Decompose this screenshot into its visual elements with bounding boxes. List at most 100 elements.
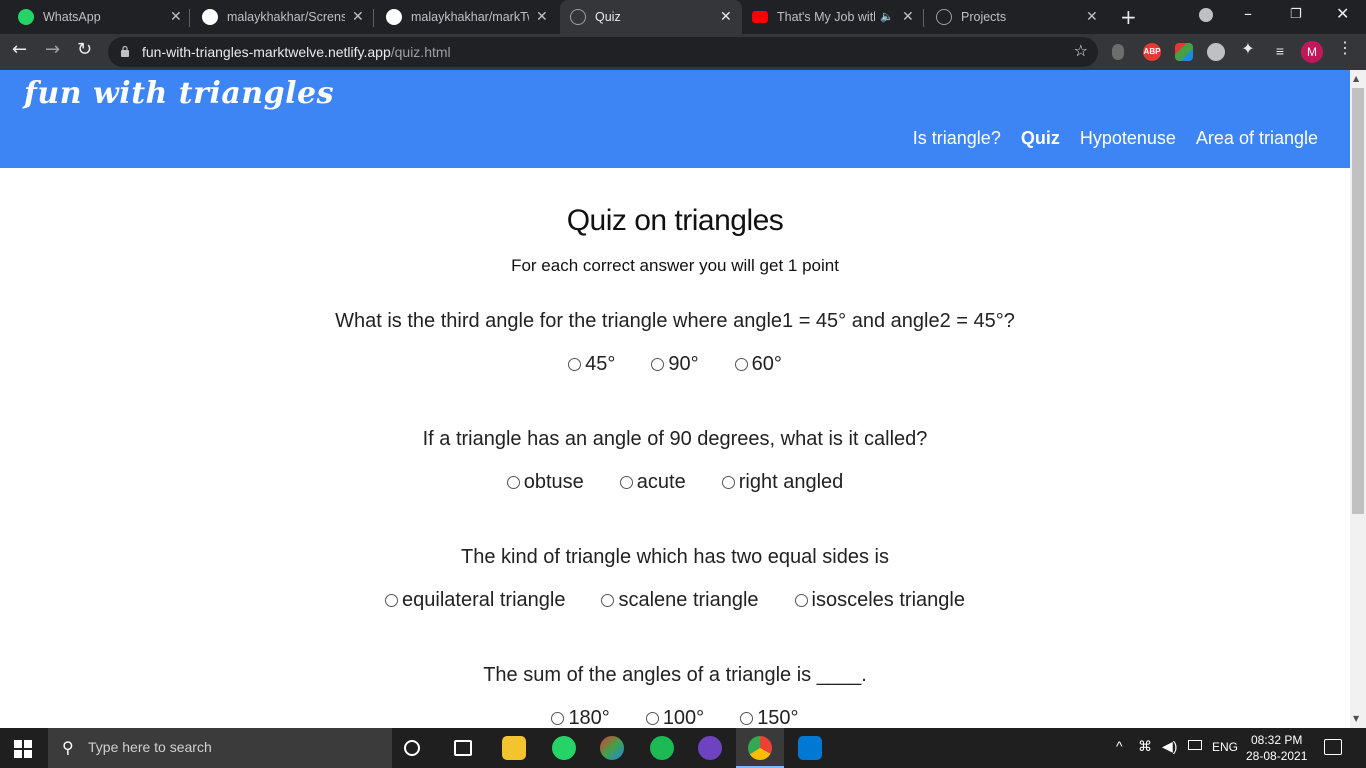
radio-button[interactable] [740, 712, 754, 725]
close-icon[interactable]: ✕ [1086, 8, 1098, 25]
site-logo[interactable]: fun with triangles [24, 76, 334, 111]
tab-github-screenshots[interactable]: malaykhakhar/Scrensh ✕ [192, 0, 374, 34]
extensions-puzzle-icon[interactable]: ✦ [1239, 41, 1257, 59]
extension-icon[interactable] [1112, 44, 1124, 60]
tab-whatsapp[interactable]: WhatsApp ✕ [8, 0, 190, 34]
task-view-icon[interactable] [454, 740, 472, 756]
scroll-up-arrow-icon[interactable]: ▲ [1353, 74, 1359, 83]
lock-icon [121, 45, 129, 57]
restore-icon[interactable]: ❐ [1290, 7, 1302, 22]
option-label: equilateral triangle [402, 589, 566, 611]
taskbar-search-box[interactable]: ⚲ Type here to search [48, 728, 392, 768]
question-text: What is the third angle for the triangle… [335, 310, 1015, 332]
url-text: fun-with-triangles-marktwelve.netlify.ap… [142, 44, 451, 60]
tab-search-chevron-icon[interactable] [1199, 8, 1213, 22]
radio-button[interactable] [645, 712, 659, 725]
github-desktop-icon[interactable] [698, 736, 722, 760]
reload-icon[interactable]: ↻ [77, 39, 92, 60]
window-close-icon[interactable]: ✕ [1336, 4, 1349, 23]
answer-option[interactable]: 45° [568, 353, 615, 376]
whatsapp-icon[interactable] [552, 736, 576, 760]
answer-option[interactable]: obtuse [506, 471, 584, 494]
radio-button[interactable] [568, 358, 582, 371]
radio-button[interactable] [601, 594, 615, 607]
world-icon[interactable] [1207, 43, 1225, 61]
page-viewport: fun with triangles Is triangle? Quiz Hyp… [0, 70, 1366, 728]
tab-youtube[interactable]: That's My Job with 🔈 ✕ [742, 0, 924, 34]
taskbar-clock[interactable]: 08:32 PM 28-08-2021 [1246, 732, 1307, 764]
chevron-up-icon[interactable]: ^ [1116, 738, 1123, 754]
bookmark-star-icon[interactable]: ☆ [1074, 41, 1088, 60]
back-arrow-icon[interactable]: ← [12, 39, 27, 60]
answer-option[interactable]: 180° [551, 707, 610, 728]
close-icon[interactable]: ✕ [352, 8, 364, 25]
chrome-icon[interactable] [748, 736, 772, 760]
answer-options: 180° 100° 150° [0, 707, 1350, 728]
address-bar[interactable]: fun-with-triangles-marktwelve.netlify.ap… [108, 37, 1098, 67]
radio-button[interactable] [794, 594, 808, 607]
extension-colorful-icon[interactable] [1175, 43, 1193, 61]
network-icon[interactable]: ⌘ [1138, 738, 1152, 755]
radio-button[interactable] [385, 594, 399, 607]
search-placeholder: Type here to search [88, 739, 212, 755]
language-indicator[interactable]: ENG [1212, 740, 1238, 754]
notification-icon[interactable] [1324, 739, 1342, 755]
answer-option[interactable]: acute [619, 471, 686, 494]
tab-github-marktwelve[interactable]: malaykhakhar/markTw ✕ [376, 0, 558, 34]
radio-button[interactable] [721, 476, 735, 489]
nav-link-area-of-triangle[interactable]: Area of triangle [1196, 128, 1318, 149]
radio-button[interactable] [551, 712, 565, 725]
spotify-icon[interactable] [650, 736, 674, 760]
close-icon[interactable]: ✕ [720, 8, 732, 25]
question-text: The sum of the angles of a triangle is _… [483, 664, 867, 686]
new-tab-plus-icon[interactable]: + [1120, 5, 1137, 29]
radio-button[interactable] [734, 358, 748, 371]
question-block: The sum of the angles of a triangle is _… [0, 664, 1350, 728]
close-icon[interactable]: ✕ [902, 8, 914, 25]
nav-link-is-triangle[interactable]: Is triangle? [913, 128, 1001, 149]
close-icon[interactable]: ✕ [536, 8, 548, 25]
file-explorer-icon[interactable] [502, 736, 526, 760]
vscode-icon[interactable] [798, 736, 822, 760]
tab-title: malaykhakhar/markTw [411, 10, 529, 24]
option-label: 45° [585, 353, 616, 375]
answer-option[interactable]: 90° [651, 353, 699, 376]
option-label: 180° [568, 707, 610, 728]
adblock-icon[interactable]: ABP [1143, 43, 1161, 61]
radio-button[interactable] [651, 358, 665, 371]
close-icon[interactable]: ✕ [170, 8, 182, 25]
forward-arrow-icon[interactable]: → [45, 39, 60, 60]
answer-option[interactable]: 150° [740, 707, 799, 728]
minimize-icon[interactable]: – [1244, 4, 1252, 23]
scroll-down-arrow-icon[interactable]: ▼ [1353, 714, 1359, 723]
github-icon [386, 9, 402, 25]
radio-button[interactable] [506, 476, 520, 489]
volume-icon[interactable]: ◀) [1162, 738, 1177, 755]
cortana-icon[interactable] [404, 740, 420, 756]
app-colorful-icon[interactable] [600, 736, 624, 760]
answer-option[interactable]: 60° [734, 353, 782, 376]
scrollbar-thumb[interactable] [1352, 88, 1364, 514]
question-block: The kind of triangle which has two equal… [0, 546, 1350, 612]
radio-button[interactable] [619, 476, 633, 489]
answer-option[interactable]: equilateral triangle [385, 589, 565, 612]
menu-kebab-icon[interactable]: ⋮ [1336, 40, 1354, 58]
vertical-scrollbar[interactable]: ▲ ▼ [1350, 70, 1366, 728]
answer-option[interactable]: scalene triangle [601, 589, 759, 612]
tab-title: Quiz [595, 10, 621, 24]
nav-link-hypotenuse[interactable]: Hypotenuse [1080, 128, 1176, 149]
tab-projects[interactable]: Projects ✕ [926, 0, 1108, 34]
globe-icon [570, 9, 586, 25]
answer-option[interactable]: 100° [645, 707, 704, 728]
answer-option[interactable]: isosceles triangle [794, 589, 965, 612]
battery-icon[interactable] [1188, 740, 1202, 750]
nav-link-quiz[interactable]: Quiz [1021, 128, 1060, 149]
windows-taskbar: ⚲ Type here to search ^ ⌘ ◀) ENG 08:32 P… [0, 728, 1366, 768]
profile-avatar[interactable]: M [1301, 41, 1323, 63]
tab-quiz[interactable]: Quiz ✕ [560, 0, 742, 34]
speaker-icon[interactable]: 🔈 [880, 10, 894, 23]
answer-option[interactable]: right angled [721, 471, 843, 494]
page-subtitle: For each correct answer you will get 1 p… [511, 256, 839, 275]
windows-start-icon[interactable] [14, 740, 32, 758]
media-control-icon[interactable]: ≡ [1271, 42, 1289, 60]
